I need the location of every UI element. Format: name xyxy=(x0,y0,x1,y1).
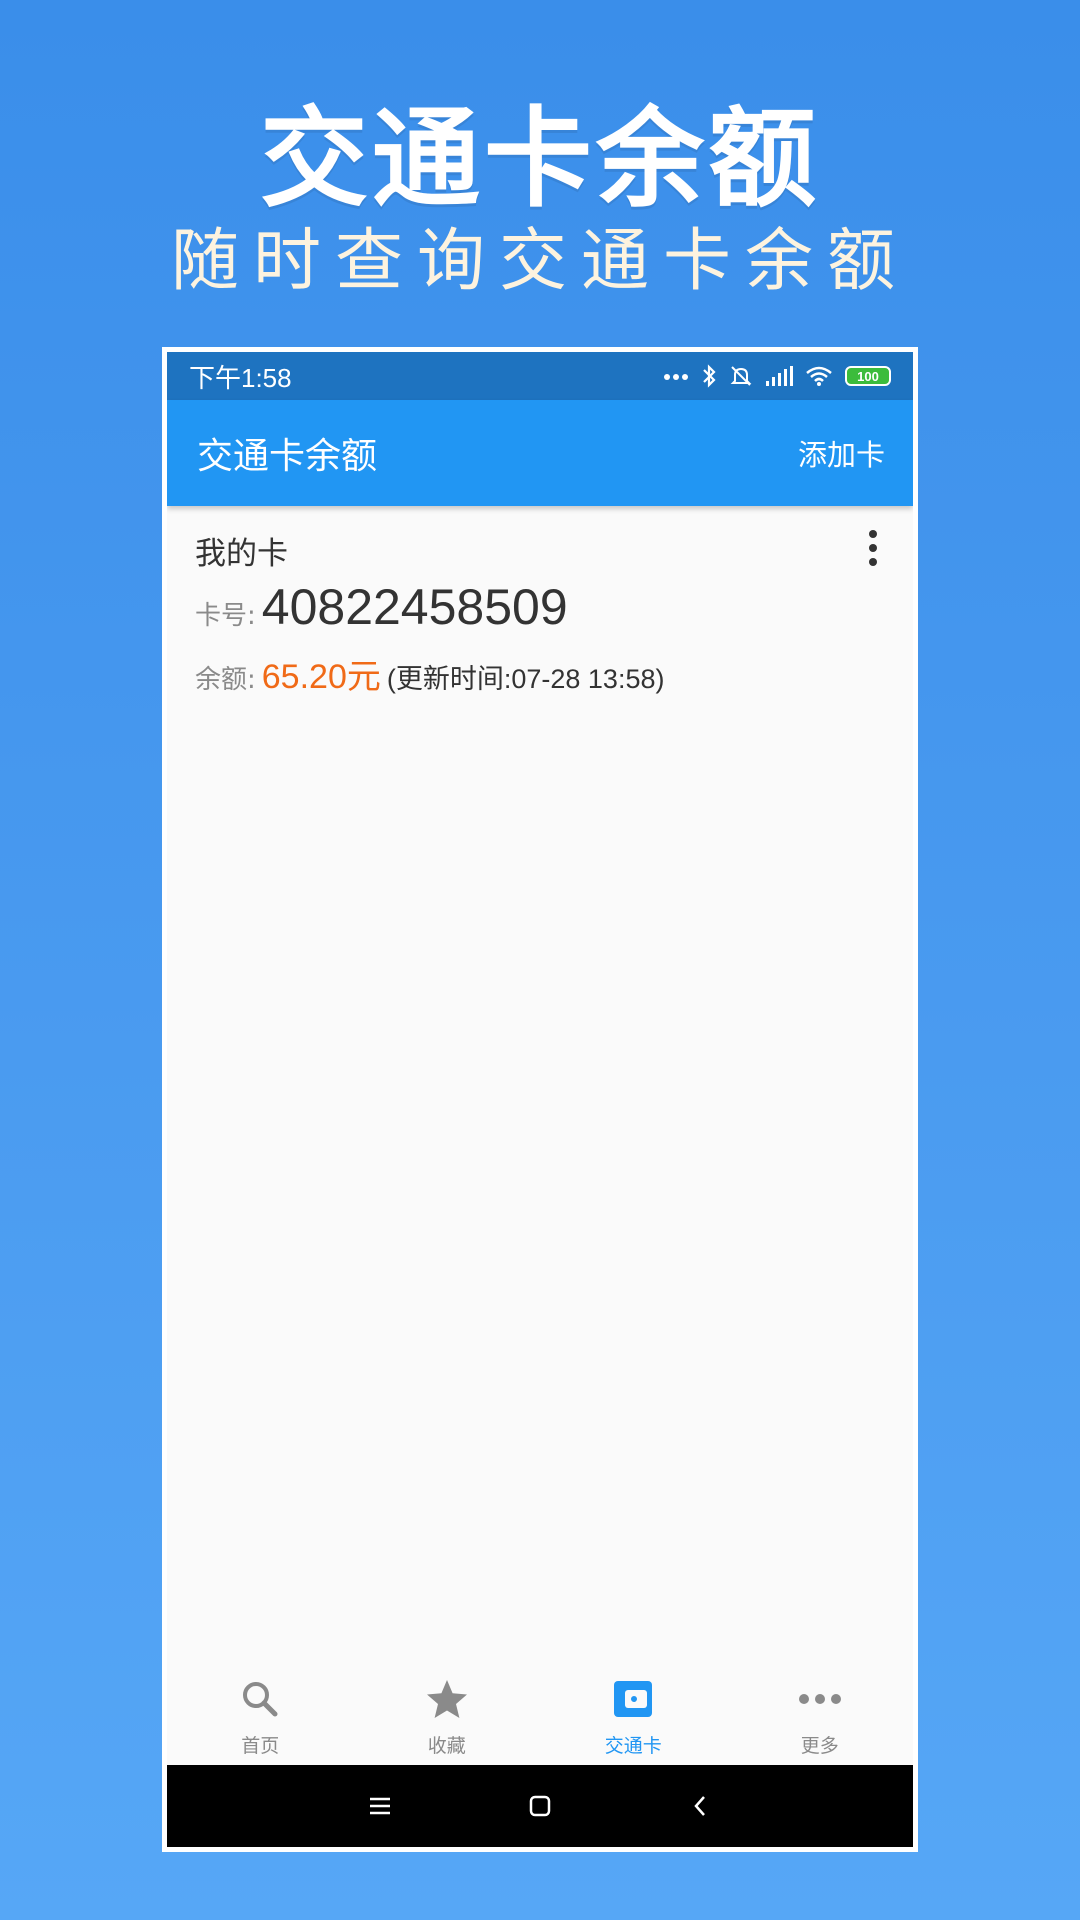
phone-frame: 下午1:58 100 交通卡余额 添加卡 我的卡 卡号: 40822458509… xyxy=(162,347,918,1852)
promo-subtitle: 随时查询交通卡余额 xyxy=(170,222,909,301)
battery-icon: 100 xyxy=(845,366,891,386)
card-item[interactable]: 我的卡 卡号: 40822458509 余额: 65.20元 (更新时间:07-… xyxy=(167,506,913,696)
tab-favorites[interactable]: 收藏 xyxy=(354,1665,541,1765)
app-title: 交通卡余额 xyxy=(197,436,378,477)
add-card-button[interactable]: 添加卡 xyxy=(798,432,885,474)
status-bar: 下午1:58 100 xyxy=(167,352,913,400)
tab-home[interactable]: 首页 xyxy=(167,1665,354,1765)
card-number-label: 卡号: xyxy=(195,601,256,631)
menu-icon[interactable] xyxy=(355,1781,405,1831)
star-icon xyxy=(423,1675,471,1723)
card-balance-row: 余额: 65.20元 (更新时间:07-28 13:58) xyxy=(195,649,664,698)
tab-favorites-label: 收藏 xyxy=(427,1735,466,1757)
card-number-row: 卡号: 40822458509 xyxy=(195,578,568,636)
app-bar: 交通卡余额 添加卡 xyxy=(167,400,913,506)
card-number: 40822458509 xyxy=(261,579,568,635)
back-icon[interactable] xyxy=(675,1781,725,1831)
balance-label: 余额: xyxy=(195,665,256,695)
tab-more[interactable]: 更多 xyxy=(727,1665,914,1765)
search-icon xyxy=(236,1675,284,1723)
wallet-icon xyxy=(609,1675,657,1723)
update-time: (更新时间:07-28 13:58) xyxy=(386,664,665,694)
tab-home-label: 首页 xyxy=(241,1735,280,1757)
bluetooth-icon xyxy=(703,364,716,388)
status-icons: 100 xyxy=(663,364,891,388)
home-icon[interactable] xyxy=(515,1781,565,1831)
tab-transit-card-label: 交通卡 xyxy=(604,1735,662,1757)
tab-transit-card[interactable]: 交通卡 xyxy=(540,1665,727,1765)
status-time: 下午1:58 xyxy=(189,362,292,393)
system-nav-bar xyxy=(167,1765,913,1847)
signal-icon xyxy=(766,366,793,386)
more-dots-icon xyxy=(664,374,688,380)
more-vertical-icon[interactable] xyxy=(861,530,885,566)
phone-screen: 下午1:58 100 交通卡余额 添加卡 我的卡 卡号: 40822458509… xyxy=(167,352,913,1847)
balance-value: 65.20元 xyxy=(261,658,381,696)
card-name: 我的卡 xyxy=(195,536,288,572)
mute-bell-icon xyxy=(730,366,752,386)
tab-more-label: 更多 xyxy=(800,1735,839,1757)
more-horizontal-icon xyxy=(796,1675,844,1723)
bottom-nav: 首页 收藏 交通卡 更多 xyxy=(167,1665,913,1765)
wifi-icon xyxy=(806,366,832,386)
